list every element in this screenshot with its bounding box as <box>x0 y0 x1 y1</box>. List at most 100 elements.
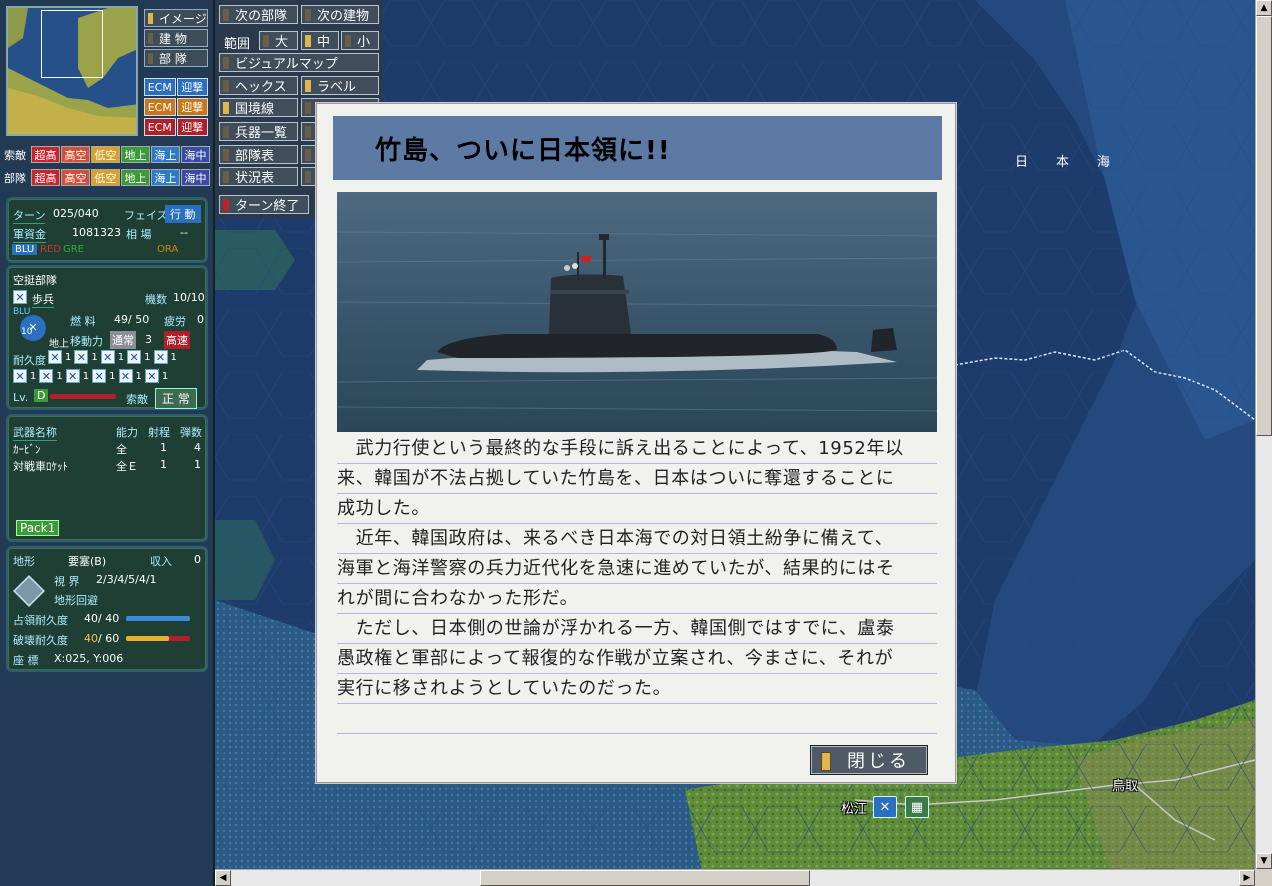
destroy-durability-current: 40 <box>84 632 98 645</box>
durability-cell: ✕ 1 <box>65 369 90 383</box>
city-label-matsue[interactable]: 松江 <box>841 798 867 817</box>
destroy-durability-label: 破壊耐久度 <box>13 634 68 647</box>
search-toggle-undersea[interactable]: 海中 <box>181 146 210 163</box>
view-image-button[interactable]: イメージ <box>144 9 208 27</box>
submarine-illustration <box>337 192 937 432</box>
ecm-toggle[interactable]: ECM <box>144 78 176 96</box>
end-turn-button[interactable]: ターン終了 <box>219 195 309 214</box>
durability-cell: ✕ 1 <box>92 369 116 383</box>
dialog-title: 竹島、ついに日本領に!! <box>375 135 671 166</box>
map-horizontal-scrollbar[interactable]: ◀ ▶ <box>215 869 1255 886</box>
ecm-toggle[interactable]: ECM <box>144 118 176 136</box>
border-toggle-button[interactable]: 国境線 <box>219 98 298 117</box>
fatigue-label: 疲労 <box>164 315 186 328</box>
ecm-toggle[interactable]: ECM <box>144 98 176 116</box>
fortress-icon: ▦ <box>910 799 924 815</box>
label-toggle-button[interactable]: ラベル <box>301 76 379 95</box>
phase-label: フェイズ <box>124 209 168 222</box>
city-label-tottori[interactable]: 鳥取 <box>1112 775 1138 794</box>
dialog-text-line: 実行に移されようとしていたのだった。 <box>337 674 937 704</box>
faction-badge-blue: BLU <box>12 244 38 255</box>
dialog-text-line: れが間に合わなかった形だ。 <box>337 584 937 614</box>
intercept-toggle[interactable]: 迎撃 <box>176 98 208 116</box>
scroll-horizontal-thumb[interactable] <box>480 870 810 886</box>
view-unit-button[interactable]: 部 隊 <box>144 49 208 67</box>
scroll-vertical-thumb[interactable] <box>1256 16 1272 436</box>
scroll-right-button[interactable]: ▶ <box>1239 870 1255 886</box>
infantry-icon: ✕ <box>13 369 27 383</box>
durability-value: 1 <box>82 370 90 382</box>
weapon-header-ammo: 弾数 <box>180 426 202 439</box>
move-label: 移動力 <box>70 335 103 348</box>
unit-toggle-ground[interactable]: 地上 <box>121 169 150 186</box>
infantry-icon: ✕ <box>39 369 54 383</box>
scroll-up-button[interactable]: ▲ <box>1256 0 1272 16</box>
dialog-body-text: 武力行使という最終的な手段に訴え出ることによって、1952年以 来、韓国が不法占拠… <box>337 434 937 734</box>
occupy-durability-label: 占領耐久度 <box>13 614 68 627</box>
durability-value: 1 <box>144 351 151 363</box>
intercept-toggle[interactable]: 迎撃 <box>176 118 208 136</box>
range-small-button[interactable]: 小 <box>341 31 379 50</box>
dialog-text-line: 来、韓国が不法占拠していた竹島を、日本はついに奪還することに <box>337 464 937 494</box>
unit-toggle-sea[interactable]: 海上 <box>151 169 180 186</box>
weapons-list-button[interactable]: 兵器一覧 <box>219 122 298 141</box>
intercept-toggle[interactable]: 迎撃 <box>176 78 208 96</box>
infantry-icon: ✕ <box>118 369 133 383</box>
durability-value: 1 <box>56 370 63 382</box>
next-building-button[interactable]: 次の建物 <box>301 5 379 24</box>
move-mode[interactable]: 通常 <box>110 331 136 349</box>
weapon-row-2-name[interactable]: 対戦車ﾛｹｯﾄ <box>13 458 68 474</box>
search-toggle-ground[interactable]: 地上 <box>121 146 150 163</box>
scroll-down-button[interactable]: ▼ <box>1256 853 1272 869</box>
map-unit-infantry[interactable]: ✕ <box>873 796 897 818</box>
turn-info-panel: ターン 025/040 フェイズ 行 動 軍資金 1081323 相 場 -- … <box>6 197 208 263</box>
ecm-row-blue[interactable]: ECM 迎撃 <box>144 78 208 96</box>
durability-value: 1 <box>91 351 98 363</box>
durability-row-2: ✕ 1 ✕ 1 ✕ 1 ✕ 1 ✕ 1 ✕ 1 <box>13 369 168 383</box>
infantry-icon: ✕ <box>48 350 62 364</box>
search-toggle-sea[interactable]: 海上 <box>151 146 180 163</box>
weapon-header-range: 射程 <box>148 426 170 439</box>
map-vertical-scrollbar[interactable]: ▲ ▼ <box>1255 0 1272 869</box>
ecm-row-orange[interactable]: ECM 迎撃 <box>144 98 208 116</box>
unit-toggle-high[interactable]: 高空 <box>61 169 90 186</box>
weapons-panel: 武器名称 能力 射程 弾数 ｶｰﾋﾞﾝ 全 1 4 対戦車ﾛｹｯﾄ 全Ｅ 1 1… <box>6 414 208 542</box>
terrain-label: 地形 <box>13 555 35 568</box>
weapon-pack-button[interactable]: Pack1 <box>16 520 60 536</box>
income-label: 収入 <box>150 555 172 568</box>
dialog-title-bar: 竹島、ついに日本領に!! <box>333 116 942 180</box>
map-unit-fort[interactable]: ▦ <box>905 796 929 818</box>
unit-table-button[interactable]: 部隊表 <box>219 145 298 164</box>
hex-toggle-button[interactable]: ヘックス <box>219 76 298 95</box>
terrain-evade-label: 地形回避 <box>54 594 98 607</box>
minimap[interactable] <box>6 6 138 136</box>
left-status-panel: イメージ 建 物 部 隊 ECM 迎撃 ECM 迎撃 ECM 迎撃 索敵 超高 … <box>0 0 215 886</box>
move-fast-badge[interactable]: 高速 <box>164 331 190 349</box>
range-mid-button[interactable]: 中 <box>301 31 339 50</box>
ecm-row-red[interactable]: ECM 迎撃 <box>144 118 208 136</box>
search-toggle-low[interactable]: 低空 <box>91 146 120 163</box>
unit-toggle-undersea[interactable]: 海中 <box>181 169 210 186</box>
fatigue-value: 0 <box>197 313 204 326</box>
unit-toggle-super-high[interactable]: 超高 <box>31 169 60 186</box>
faction-badge-orange: ORA <box>157 244 179 255</box>
durability-cell: ✕ 1 <box>74 350 98 364</box>
range-large-button[interactable]: 大 <box>259 31 298 50</box>
dialog-text-line <box>337 704 937 734</box>
news-event-dialog: 竹島、ついに日本領に!! 武力行使という最終的な手段に訴え出ることによって、19… <box>316 103 956 783</box>
level-value: D <box>34 389 49 402</box>
close-button[interactable]: 閉じる <box>810 745 928 775</box>
weapon-row-1-name[interactable]: ｶｰﾋﾞﾝ <box>13 441 41 457</box>
unit-toggle-low[interactable]: 低空 <box>91 169 120 186</box>
view-building-button[interactable]: 建 物 <box>144 29 208 47</box>
next-unit-button[interactable]: 次の部隊 <box>219 5 298 24</box>
dialog-text-line: 近年、韓国政府は、来るべき日本海での対日領土紛争に備えて、 <box>337 524 937 554</box>
status-table-button[interactable]: 状況表 <box>219 167 298 186</box>
minimap-viewport-frame[interactable] <box>41 10 103 78</box>
move-value: 3 <box>145 333 152 346</box>
visual-map-button[interactable]: ビジュアルマップ <box>219 53 379 72</box>
search-toggle-super-high[interactable]: 超高 <box>31 146 60 163</box>
unit-info-panel: 空挺部隊 ✕ 歩兵 機数 10/10 BLU ✕ 10 地上 燃 料 49/ 5… <box>6 265 208 410</box>
scroll-left-button[interactable]: ◀ <box>215 870 231 886</box>
search-toggle-high[interactable]: 高空 <box>61 146 90 163</box>
